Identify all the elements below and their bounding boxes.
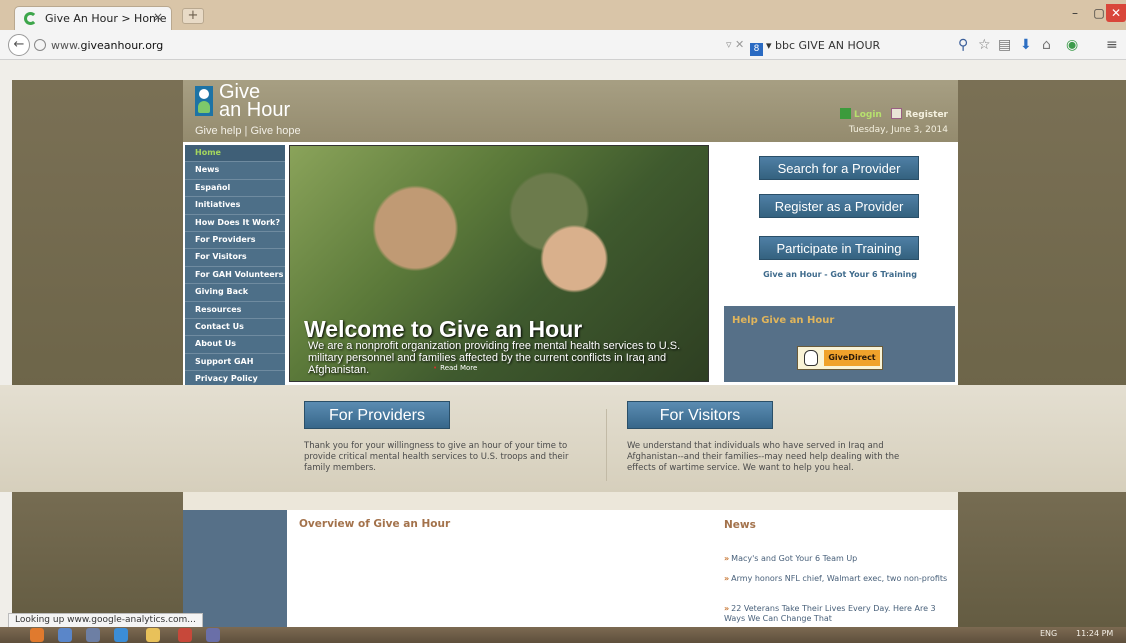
audience-band: For Providers Thank you for your willing… [0,385,1126,492]
nav-item-initiatives[interactable]: Initiatives [185,197,285,215]
for-visitors-button[interactable]: For Visitors [627,401,773,429]
nav-item-for-gah-volunteers[interactable]: For GAH Volunteers [185,266,285,285]
divider [606,409,607,481]
logo-text-line2[interactable]: an Hour [219,100,290,120]
back-button[interactable]: ← [8,34,30,56]
news-item[interactable]: » Macy's and Got Your 6 Team Up [724,554,954,564]
status-bar: Looking up www.google-analytics.com... [8,613,203,628]
for-providers-button[interactable]: For Providers [304,401,450,429]
news-item-text[interactable]: 22 Veterans Take Their Lives Every Day. … [724,604,936,623]
hero-description: We are a nonprofit organization providin… [308,340,681,376]
nav-item-contact-us[interactable]: Contact Us [185,318,285,337]
program-taskbar-icon[interactable] [206,628,220,642]
logo-tagline: Give help | Give hope [195,125,301,137]
search-provider-button[interactable]: Search for a Provider [759,156,919,180]
nav-item-giving-back[interactable]: Giving Back [185,284,285,302]
close-window-button[interactable]: ✕ [1106,4,1126,22]
chrome-favicon-icon [24,12,37,25]
nav-item-support-gah[interactable]: Support GAH [185,353,285,372]
search-query: ▾ bbc GIVE AN HOUR [766,39,881,52]
nav-item-how-does-it-work[interactable]: How Does It Work? [185,214,285,232]
news-item[interactable]: » Army honors NFL chief, Walmart exec, tw… [724,574,954,584]
background-panel-right [958,80,1126,390]
menu-icon[interactable]: ≡ [1106,38,1118,52]
extension-icon[interactable]: ◉ [1066,38,1078,52]
main-content-band: Home News Español Initiatives How Does I… [183,142,958,389]
mouse-icon [804,350,818,366]
search-engine-icon: 8 [750,43,763,56]
register-icon [891,108,903,119]
tab-title: Give An Hour > Home [45,12,167,25]
bullet-icon: » [724,604,730,613]
account-links: Login Register [839,108,948,120]
search-box[interactable]: 8 ▾ bbc GIVE AN HOUR [750,36,950,56]
language-indicator[interactable]: ENG [1040,629,1057,638]
nav-item-resources[interactable]: Resources [185,301,285,319]
nav-item-home[interactable]: Home [185,145,285,163]
visitors-description: We understand that individuals who have … [627,441,900,473]
chrome-taskbar-icon[interactable] [30,628,44,642]
give-an-hour-logo-icon[interactable] [195,86,213,116]
register-provider-button[interactable]: Register as a Provider [759,194,919,218]
training-link[interactable]: Give an Hour - Got Your 6 Training [760,270,920,279]
clipboard-icon[interactable]: ▤ [998,38,1011,52]
lower-top-strip [183,492,958,510]
ie-taskbar-icon[interactable] [114,628,128,642]
address-bar[interactable]: www.giveanhour.org [34,36,730,55]
main-navigation: Home News Español Initiatives How Does I… [185,145,285,389]
background-panel-left [12,80,183,390]
browser-toolbar: ← www.giveanhour.org ▿ ✕ 8 ▾ bbc GIVE AN … [0,30,1126,60]
folder-taskbar-icon[interactable] [146,628,160,642]
browser-tab-strip: Give An Hour > Home × + – ▢ ✕ [0,0,1126,30]
nav-item-for-visitors[interactable]: For Visitors [185,249,285,267]
background-panel-right-lower [958,492,1126,627]
browser-tab[interactable]: Give An Hour > Home × [14,6,172,30]
news-item[interactable]: » 22 Veterans Take Their Lives Every Day.… [724,604,954,624]
new-tab-button[interactable]: + [182,8,204,24]
news-title: News [724,519,756,531]
login-link[interactable]: Login [854,110,882,120]
current-date: Tuesday, June 3, 2014 [848,125,948,135]
url-prefix: www. [51,39,81,52]
nav-item-about-us[interactable]: About Us [185,336,285,354]
overview-title: Overview of Give an Hour [299,518,451,530]
clock[interactable]: 11:24 PM [1076,629,1113,638]
app-taskbar-icon[interactable] [86,628,100,642]
give-direct-button[interactable]: GiveDirect [797,346,883,370]
participate-training-button[interactable]: Participate in Training [759,236,919,260]
bullet-icon: » [724,574,730,583]
home-icon[interactable]: ⌂ [1042,38,1051,52]
hero-title: Welcome to Give an Hour [304,316,583,342]
lower-content: Overview of Give an Hour News » Macy's an… [183,492,958,627]
tab-close-icon[interactable]: × [153,10,163,24]
bullet-icon: » [724,554,730,563]
taskbar: ENG 11:24 PM [0,627,1126,643]
download-icon[interactable]: ⬇ [1020,38,1032,52]
login-icon [839,108,851,119]
background-panel-left-lower [12,492,183,627]
nav-item-news[interactable]: News [185,162,285,180]
help-give-an-hour-box: Help Give an Hour GiveDirect [724,306,955,382]
url-host: giveanhour.org [80,39,164,52]
lower-side-panel [183,510,287,627]
minimize-button[interactable]: – [1062,4,1088,22]
nav-item-for-providers[interactable]: For Providers [185,231,285,250]
globe-icon [34,39,46,51]
firefox-taskbar-icon[interactable] [58,628,72,642]
address-bar-controls[interactable]: ▿ ✕ [726,38,744,51]
web-page: Give an Hour Give help | Give hope Login… [0,60,1126,627]
news-item-text[interactable]: Macy's and Got Your 6 Team Up [731,554,857,563]
site-header: Give an Hour Give help | Give hope Login… [183,80,958,142]
give-direct-label: GiveDirect [824,350,880,366]
providers-description: Thank you for your willingness to give a… [304,441,569,473]
news-item-text[interactable]: Army honors NFL chief, Walmart exec, two… [731,574,947,583]
register-link[interactable]: Register [905,110,948,120]
media-taskbar-icon[interactable] [178,628,192,642]
nav-item-espanol[interactable]: Español [185,179,285,198]
search-icon[interactable]: ⚲ [958,38,968,52]
hero-image[interactable]: Welcome to Give an Hour We are a nonprof… [289,145,709,382]
star-icon[interactable]: ☆ [978,38,991,52]
read-more-link[interactable]: Read More [433,364,477,372]
help-title: Help Give an Hour [732,315,835,326]
